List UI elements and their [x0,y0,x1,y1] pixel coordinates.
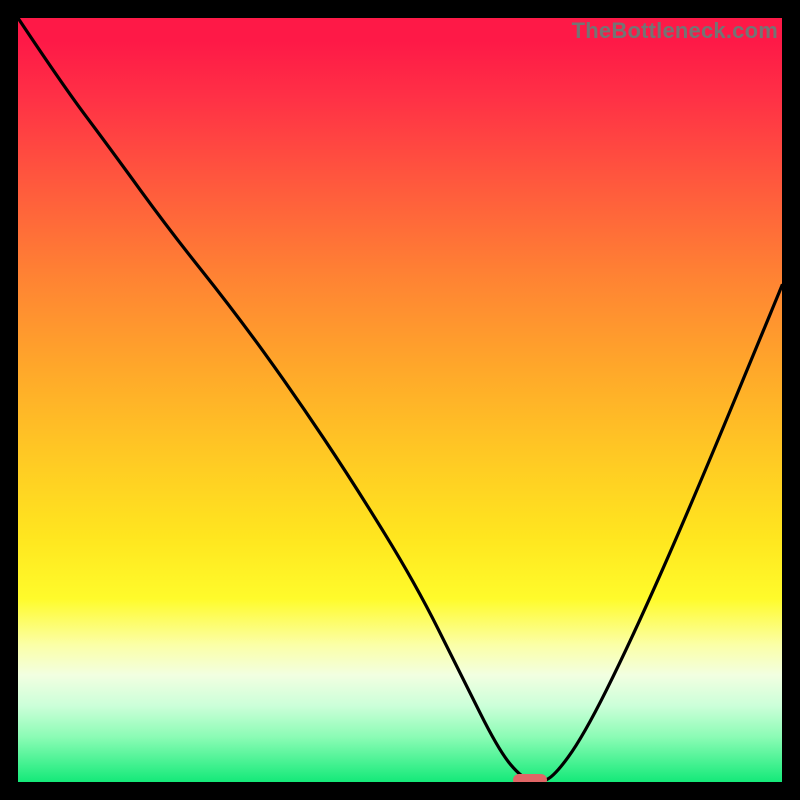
plot-area: TheBottleneck.com [18,18,782,782]
watermark-text: TheBottleneck.com [572,18,778,44]
curve-path [18,18,782,781]
optimum-marker [513,774,547,782]
chart-stage: TheBottleneck.com [0,0,800,800]
bottleneck-curve [18,18,782,782]
